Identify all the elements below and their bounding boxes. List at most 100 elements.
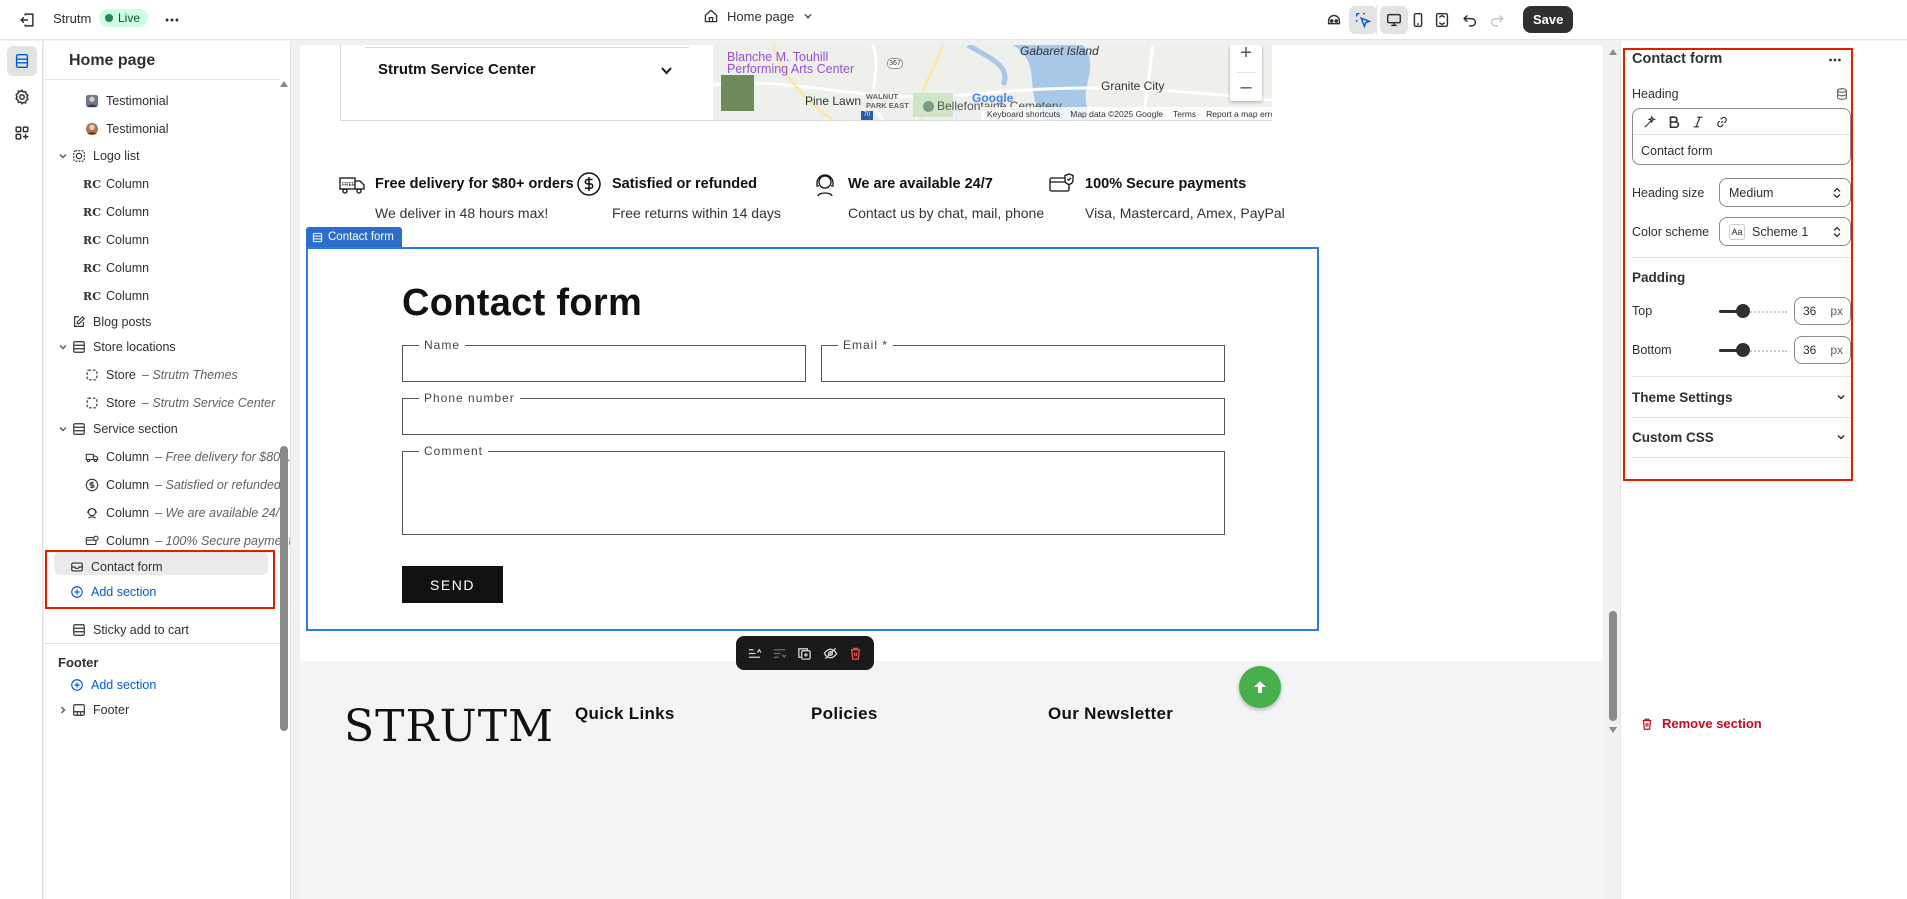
link-icon[interactable] [1713, 113, 1731, 131]
tree-item-blog-posts[interactable]: Blog posts [71, 310, 151, 334]
remove-section-button[interactable]: Remove section [1640, 716, 1762, 731]
slider-knob[interactable] [1736, 304, 1750, 318]
page-selector[interactable]: Home page [703, 8, 814, 24]
padding-top-slider[interactable] [1719, 303, 1787, 319]
custom-css-toggle[interactable]: Custom CSS [1632, 427, 1851, 447]
keyboard-shortcuts-link[interactable]: Keyboard shortcuts [987, 109, 1060, 119]
tree-item-footer[interactable]: Footer [71, 698, 129, 722]
service-text: Visa, Mastercard, Amex, PayPal [1085, 205, 1285, 221]
delivery-truck-icon [84, 449, 100, 465]
service-text: Free returns within 14 days [612, 205, 781, 221]
send-button[interactable]: SEND [402, 566, 503, 603]
chevron-down-icon[interactable] [57, 341, 69, 353]
footer-add-section-button[interactable]: Add section [69, 673, 156, 697]
footer-divider [44, 643, 280, 644]
tree-item-store[interactable]: Store – Strutm Themes [84, 363, 238, 387]
tree-item-store[interactable]: Store – Strutm Service Center [84, 391, 275, 415]
map-label: Gabaret Island [1020, 45, 1099, 58]
chevron-down-icon[interactable] [57, 150, 69, 162]
settings-title: Contact form [1632, 51, 1723, 67]
selected-section-tag[interactable]: Contact form [306, 227, 402, 247]
heading-input-value[interactable]: Contact form [1641, 144, 1713, 158]
tree-item-label: Column [106, 506, 150, 520]
tree-item-logo-list[interactable]: Logo list [71, 144, 140, 168]
italic-icon[interactable] [1689, 113, 1707, 131]
heading-label: Heading [1632, 87, 1679, 101]
tree-item-column[interactable]: RC Column [83, 200, 149, 224]
tree-item-sticky-add-to-cart[interactable]: Sticky add to cart [71, 618, 189, 642]
move-down-icon[interactable] [769, 642, 791, 664]
fullscreen-icon[interactable] [1428, 6, 1456, 34]
tree-item-suffix: – 100% Secure payments [155, 534, 291, 548]
sidekick-icon[interactable] [1320, 6, 1348, 34]
tree-item-testimonial[interactable]: Testimonial [84, 117, 169, 141]
scroll-down-arrow-icon[interactable] [1609, 727, 1617, 733]
heading-rich-text-editor[interactable]: Contact form [1632, 108, 1851, 165]
heading-size-select[interactable]: Medium [1719, 178, 1851, 207]
inspector-select-icon[interactable] [1349, 6, 1377, 34]
chevron-right-icon[interactable] [57, 704, 69, 716]
tree-item-label: Logo list [93, 149, 140, 163]
scroll-up-arrow-icon[interactable] [280, 81, 288, 87]
store-footer: STRUTM Quick Links Policies Our Newslett… [300, 661, 1603, 899]
tree-item-column[interactable]: Column – We are available 24/7 [84, 501, 286, 525]
tree-item-column[interactable]: Column – Free delivery for $80+... [84, 445, 290, 469]
selection-highlight-box [45, 550, 275, 609]
store-location-card[interactable]: Strutm Service Center Blanche M. Touhill… [340, 45, 1272, 121]
zoom-in-button[interactable]: + [1230, 45, 1262, 67]
duplicate-icon[interactable] [794, 642, 816, 664]
undo-icon[interactable] [1456, 6, 1484, 34]
ai-sparkle-icon[interactable] [1641, 113, 1659, 131]
redo-icon[interactable] [1483, 6, 1511, 34]
contact-form-section[interactable]: Contact form Name Email * Phone number C… [306, 247, 1319, 631]
slider-knob[interactable] [1736, 343, 1750, 357]
map-embed[interactable]: Blanche M. Touhill Performing Arts Cente… [713, 45, 1272, 120]
move-up-icon[interactable] [744, 642, 766, 664]
tree-item-column[interactable]: Column – Satisfied or refunded [84, 473, 281, 497]
hide-eye-icon[interactable] [819, 642, 841, 664]
footer-group-title: Footer [58, 655, 99, 670]
scroll-to-top-button[interactable] [1239, 666, 1281, 708]
tree-item-column[interactable]: RC Column [83, 284, 149, 308]
report-map-error-link[interactable]: Report a map error [1206, 109, 1272, 119]
padding-bottom-input[interactable]: 36 px [1794, 336, 1851, 364]
zoom-out-button[interactable]: – [1230, 73, 1262, 101]
scroll-up-arrow-icon[interactable] [1609, 49, 1617, 55]
comment-field[interactable]: Comment [402, 444, 1225, 535]
padding-top-input[interactable]: 36 px [1794, 297, 1851, 325]
bold-icon[interactable] [1665, 113, 1683, 131]
tree-item-label: Store locations [93, 340, 176, 354]
tree-item-testimonial[interactable]: Testimonial [84, 89, 169, 113]
tree-item-column[interactable]: RC Column [83, 256, 149, 280]
tree-item-column[interactable]: RC Column [83, 228, 149, 252]
select-arrows-icon [1833, 187, 1841, 199]
padding-bottom-unit: px [1830, 343, 1843, 357]
more-actions-icon[interactable] [158, 6, 186, 34]
sections-icon[interactable] [7, 46, 37, 76]
color-scheme-select[interactable]: Aa Scheme 1 [1719, 217, 1851, 246]
theme-settings-toggle[interactable]: Theme Settings [1632, 387, 1851, 407]
email-field[interactable]: Email * [821, 338, 1225, 382]
canvas-scrollbar[interactable] [1607, 45, 1619, 899]
chevron-down-icon[interactable] [57, 423, 69, 435]
phone-field[interactable]: Phone number [402, 391, 1225, 435]
save-button[interactable]: Save [1523, 6, 1574, 33]
tree-item-service-section[interactable]: Service section [71, 417, 178, 441]
exit-icon[interactable] [13, 6, 41, 34]
dynamic-source-icon[interactable] [1835, 87, 1849, 101]
delete-trash-icon[interactable] [844, 642, 866, 664]
settings-gear-icon[interactable] [7, 82, 37, 112]
canvas-scrollbar-thumb[interactable] [1609, 611, 1617, 721]
color-scheme-swatch: Aa [1729, 223, 1745, 240]
panel-scrollbar-thumb[interactable] [280, 446, 288, 731]
dollar-icon [84, 477, 100, 493]
add-section-label: Add section [91, 678, 157, 692]
padding-bottom-slider[interactable] [1719, 342, 1787, 358]
chevron-down-icon[interactable] [660, 66, 673, 76]
tree-item-store-locations[interactable]: Store locations [71, 335, 176, 359]
name-field[interactable]: Name [402, 338, 806, 382]
more-options-icon[interactable] [1827, 52, 1843, 68]
terms-link[interactable]: Terms [1173, 109, 1196, 119]
tree-item-column[interactable]: RC Column [83, 172, 149, 196]
apps-icon[interactable] [7, 118, 37, 148]
